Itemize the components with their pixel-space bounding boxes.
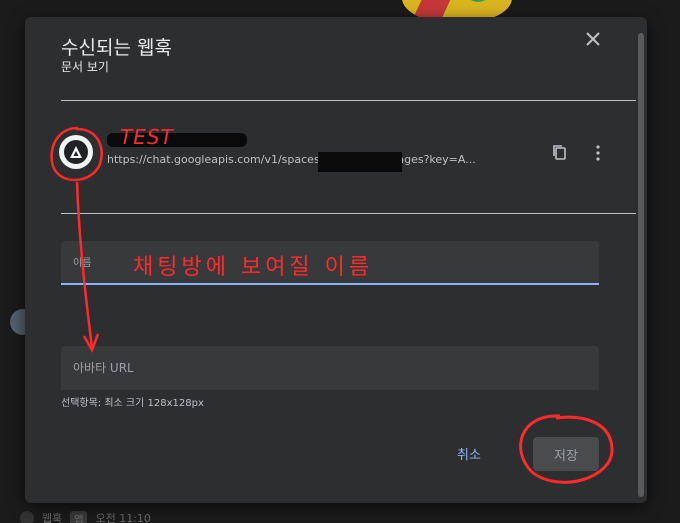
background-message-header: 웹훅 앱 오전 11:10 [20, 510, 151, 523]
background-sender-name: 웹훅 [42, 512, 63, 523]
divider-middle [61, 213, 636, 214]
close-icon [586, 32, 600, 46]
background-app-tag: 앱 [70, 510, 88, 523]
dialog-scrollbar[interactable] [638, 33, 644, 497]
close-button[interactable] [581, 27, 605, 51]
more-vert-icon [596, 145, 600, 161]
avatar-hint: 선택항목: 최소 크기 128x128px [61, 398, 204, 409]
annotation-name-note: 채팅방에 보여질 이름 [133, 255, 374, 280]
dialog-title: 수신되는 웹훅 [61, 37, 172, 59]
avatar-url-input[interactable] [61, 346, 599, 390]
save-button[interactable]: 저장 [533, 437, 599, 471]
copy-url-button[interactable] [550, 143, 570, 163]
cancel-button[interactable]: 취소 [449, 441, 489, 465]
webhook-avatar [59, 135, 93, 169]
divider-top [61, 100, 636, 101]
background-timestamp: 오전 11:10 [95, 512, 151, 523]
avatar-url-field[interactable] [61, 346, 599, 390]
copy-icon [553, 145, 566, 160]
webhook-url: https://chat.googleapis.com/v1/spaces/AA… [107, 153, 476, 166]
background-sender-icon [20, 511, 34, 523]
webhook-logo-icon [70, 146, 82, 158]
docs-link[interactable]: 문서 보기 [61, 58, 109, 75]
annotation-test-label: TEST [120, 125, 174, 149]
more-options-button[interactable] [588, 143, 608, 163]
